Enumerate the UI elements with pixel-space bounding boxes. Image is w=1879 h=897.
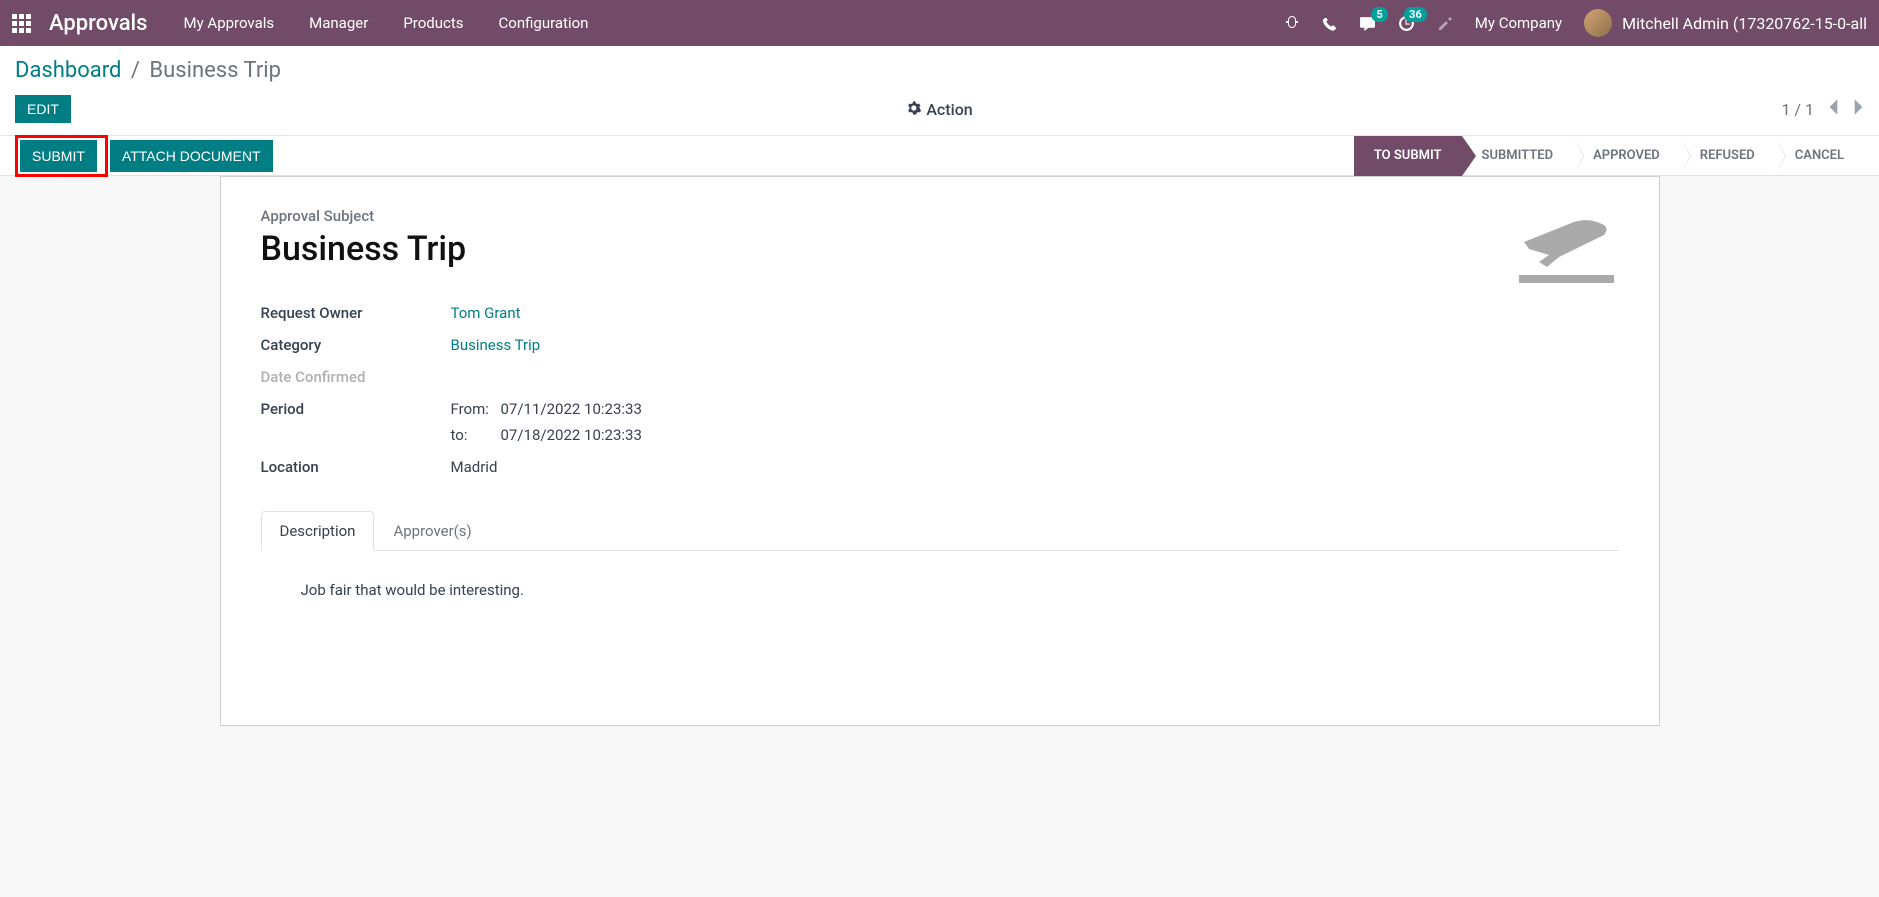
tab-description[interactable]: Description: [261, 511, 375, 551]
edit-button[interactable]: Edit: [15, 95, 71, 123]
breadcrumb-current: Business Trip: [149, 58, 281, 83]
debug-icon[interactable]: [1284, 15, 1300, 31]
subject-title: Business Trip: [261, 229, 1619, 269]
label-period: Period: [261, 400, 451, 444]
value-category: Business Trip: [451, 336, 961, 354]
action-label: Action: [926, 100, 972, 119]
pager-next[interactable]: [1853, 98, 1864, 121]
value-owner: Tom Grant: [451, 304, 961, 322]
label-location: Location: [261, 458, 451, 476]
period-to-label: to:: [451, 426, 501, 444]
nav-configuration[interactable]: Configuration: [499, 14, 589, 32]
chat-icon[interactable]: 5: [1359, 15, 1376, 32]
user-name: Mitchell Admin (17320762-15-0-all: [1622, 14, 1867, 33]
value-period: From: 07/11/2022 10:23:33 to: 07/18/2022…: [451, 400, 961, 444]
subject-label: Approval Subject: [261, 207, 1619, 225]
trip-plane-icon: [1509, 207, 1619, 291]
breadcrumb-sep: /: [131, 58, 140, 83]
activity-badge: 36: [1404, 7, 1427, 22]
label-date-confirmed: Date Confirmed: [261, 368, 451, 386]
pager: 1 / 1: [1781, 98, 1864, 121]
content: Approval Subject Business Trip Request O…: [0, 176, 1879, 726]
pager-value[interactable]: 1 / 1: [1781, 100, 1814, 119]
value-date-confirmed: [451, 368, 961, 386]
nav-my-approvals[interactable]: My Approvals: [184, 14, 275, 32]
label-category: Category: [261, 336, 451, 354]
tools-icon[interactable]: [1437, 15, 1453, 31]
nav-manager[interactable]: Manager: [309, 14, 368, 32]
apps-menu-icon[interactable]: [12, 14, 31, 33]
pager-prev[interactable]: [1828, 98, 1839, 121]
topbar-right: 5 36 My Company Mitchell Admin (17320762…: [1284, 9, 1867, 37]
step-submitted[interactable]: Submitted: [1462, 136, 1574, 176]
topbar: Approvals My Approvals Manager Products …: [0, 0, 1879, 46]
form-sheet: Approval Subject Business Trip Request O…: [220, 176, 1660, 726]
control-panel: Dashboard / Business Trip Edit Action 1 …: [0, 46, 1879, 136]
company-selector[interactable]: My Company: [1475, 14, 1562, 32]
phone-icon[interactable]: [1322, 16, 1337, 31]
period-from-value: 07/11/2022 10:23:33: [501, 400, 961, 418]
avatar: [1584, 9, 1612, 37]
step-approved[interactable]: Approved: [1573, 136, 1680, 176]
tabs: Description Approver(s): [261, 511, 1619, 551]
nav-items: My Approvals Manager Products Configurat…: [184, 14, 589, 32]
action-menu[interactable]: Action: [906, 100, 972, 119]
user-menu[interactable]: Mitchell Admin (17320762-15-0-all: [1584, 9, 1867, 37]
tab-approvers[interactable]: Approver(s): [374, 511, 490, 551]
app-title[interactable]: Approvals: [49, 11, 148, 36]
breadcrumb-root[interactable]: Dashboard: [15, 58, 121, 83]
breadcrumb: Dashboard / Business Trip: [15, 58, 1864, 83]
status-steps: To Submit Submitted Approved Refused Can…: [1354, 136, 1864, 176]
step-cancel[interactable]: Cancel: [1775, 136, 1864, 176]
category-link[interactable]: Business Trip: [451, 336, 541, 354]
step-to-submit[interactable]: To Submit: [1354, 136, 1462, 176]
value-location: Madrid: [451, 458, 961, 476]
gear-icon: [906, 100, 920, 119]
period-to-value: 07/18/2022 10:23:33: [501, 426, 961, 444]
owner-link[interactable]: Tom Grant: [451, 304, 521, 322]
chat-badge: 5: [1371, 7, 1387, 22]
period-from-label: From:: [451, 400, 501, 418]
highlight-annotation: Submit: [15, 135, 108, 177]
fields-grid: Request Owner Tom Grant Category Busines…: [261, 304, 961, 476]
nav-products[interactable]: Products: [403, 14, 463, 32]
label-owner: Request Owner: [261, 304, 451, 322]
attach-document-button[interactable]: Attach Document: [110, 140, 273, 172]
statusbar: Submit Attach Document To Submit Submitt…: [0, 136, 1879, 176]
activity-icon[interactable]: 36: [1398, 15, 1415, 32]
tab-content-description: Job fair that would be interesting.: [261, 551, 1619, 629]
step-refused[interactable]: Refused: [1680, 136, 1775, 176]
submit-button[interactable]: Submit: [20, 140, 97, 172]
